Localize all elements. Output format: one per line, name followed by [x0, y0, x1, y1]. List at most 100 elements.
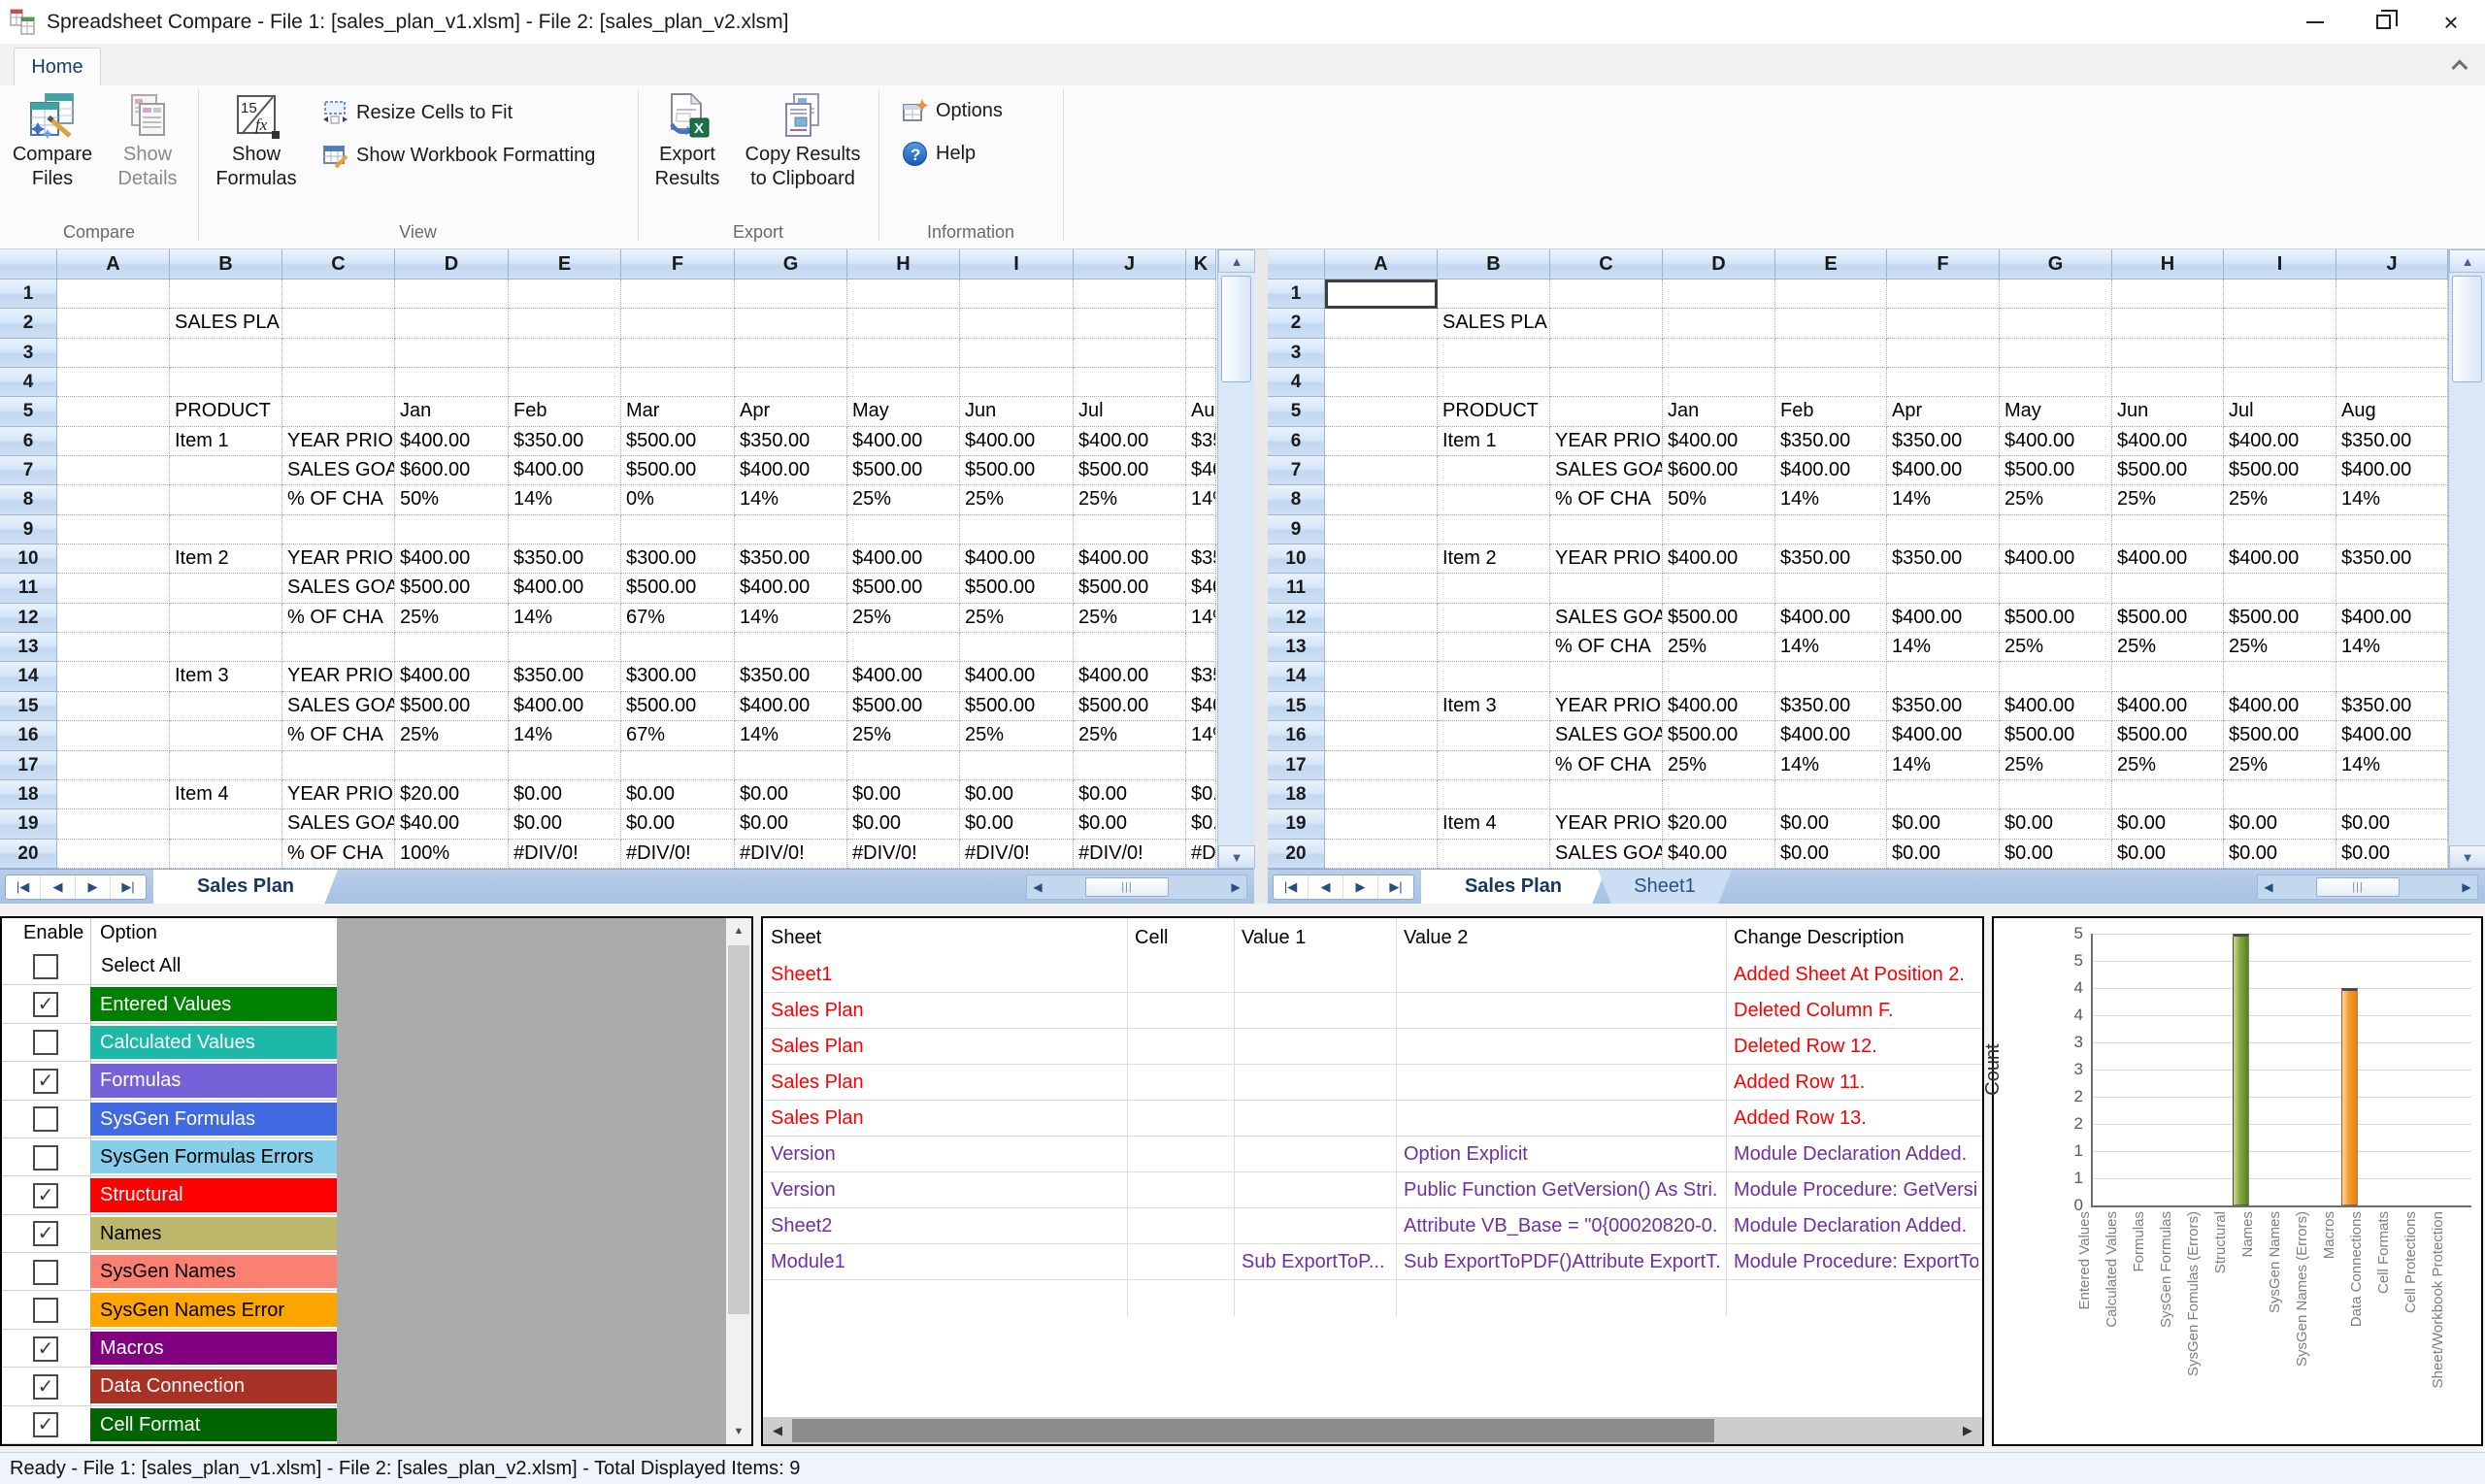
cell-C15[interactable]: YEAR PRIO [1550, 692, 1663, 721]
cell-I7[interactable]: $500.00 [960, 456, 1074, 485]
cell-D2[interactable] [1663, 309, 1775, 338]
cell-C13[interactable]: % OF CHA [1550, 633, 1663, 662]
cell-G7[interactable]: $500.00 [2000, 456, 2112, 485]
cell-I3[interactable] [2224, 339, 2336, 368]
select-all-corner[interactable] [0, 249, 57, 280]
cell-A9[interactable] [1325, 515, 1438, 544]
cell-I10[interactable]: $400.00 [960, 544, 1074, 574]
cell-J12[interactable]: 25% [1074, 604, 1186, 633]
cell-E12[interactable]: $400.00 [1775, 604, 1887, 633]
cell-H6[interactable]: $400.00 [847, 427, 960, 456]
cell-G2[interactable] [2000, 309, 2112, 338]
cell-E15[interactable]: $400.00 [509, 692, 621, 721]
cell-E12[interactable]: 14% [509, 604, 621, 633]
cell-C8[interactable]: % OF CHA [1550, 485, 1663, 514]
cell-A8[interactable] [57, 485, 170, 514]
cell-C4[interactable] [282, 368, 395, 397]
cell-J7[interactable]: $500.00 [1074, 456, 1186, 485]
cell-E17[interactable]: 14% [1775, 751, 1887, 780]
cell-K15[interactable]: $400.00 [1186, 692, 1216, 721]
cell-B20[interactable] [170, 840, 282, 869]
cell-A5[interactable] [1325, 397, 1438, 426]
cell-I10[interactable]: $400.00 [2224, 544, 2336, 574]
cell-J11[interactable]: $500.00 [1074, 574, 1186, 603]
cell-G14[interactable]: $350.00 [735, 662, 847, 691]
cell-K19[interactable]: $0.00 [1186, 809, 1216, 839]
cell-E16[interactable]: 14% [509, 721, 621, 750]
cell-F6[interactable]: $350.00 [1887, 427, 2000, 456]
row-header-2[interactable]: 2 [0, 309, 57, 338]
cell-K5[interactable]: Aug [1186, 397, 1216, 426]
scrollbar-thumb[interactable] [2452, 276, 2482, 382]
cell-A1[interactable] [1325, 280, 1438, 309]
cell-F9[interactable] [1887, 515, 2000, 544]
cell-A13[interactable] [1325, 633, 1438, 662]
result-row[interactable]: Sales PlanDeleted Row 12. [763, 1029, 1982, 1065]
cell-D13[interactable] [395, 633, 509, 662]
cell-A5[interactable] [57, 397, 170, 426]
cell-G1[interactable] [735, 280, 847, 309]
cell-J17[interactable]: 14% [2336, 751, 2448, 780]
cell-D10[interactable]: $400.00 [1663, 544, 1775, 574]
cell-C2[interactable] [282, 309, 395, 338]
cell-H1[interactable] [847, 280, 960, 309]
cell-C14[interactable]: YEAR PRIO [282, 662, 395, 691]
cell-F12[interactable]: $400.00 [1887, 604, 2000, 633]
cell-G8[interactable]: 14% [735, 485, 847, 514]
cell-C19[interactable]: SALES GOA [282, 809, 395, 839]
result-row[interactable]: Sales PlanAdded Row 11. [763, 1065, 1982, 1101]
cell-D20[interactable]: $40.00 [1663, 840, 1775, 869]
cell-C7[interactable]: SALES GOA [282, 456, 395, 485]
cell-J5[interactable]: Aug [2336, 397, 2448, 426]
cell-E11[interactable]: $400.00 [509, 574, 621, 603]
cell-K18[interactable]: $0.00 [1186, 780, 1216, 809]
cell-G11[interactable]: $400.00 [735, 574, 847, 603]
column-header-H[interactable]: H [2112, 249, 2224, 280]
cell-K20[interactable]: #DIV/0! [1186, 840, 1216, 869]
row-header-10[interactable]: 10 [0, 544, 57, 574]
cell-A17[interactable] [57, 751, 170, 780]
column-header-F[interactable]: F [1887, 249, 2000, 280]
cell-E10[interactable]: $350.00 [1775, 544, 1887, 574]
cell-F11[interactable]: $500.00 [621, 574, 735, 603]
cell-I4[interactable] [2224, 368, 2336, 397]
cell-D7[interactable]: $600.00 [395, 456, 509, 485]
cell-C11[interactable] [1550, 574, 1663, 603]
result-row[interactable]: Sheet2Attribute VB_Base = "0{00020820-0.… [763, 1208, 1982, 1244]
cell-G4[interactable] [2000, 368, 2112, 397]
cell-A10[interactable] [57, 544, 170, 574]
cell-K4[interactable] [1186, 368, 1216, 397]
cell-C20[interactable]: SALES GOA [1550, 840, 1663, 869]
cell-C11[interactable]: SALES GOA [282, 574, 395, 603]
cell-D6[interactable]: $400.00 [1663, 427, 1775, 456]
cell-J16[interactable]: $400.00 [2336, 721, 2448, 750]
cell-B5[interactable]: PRODUCT [170, 397, 282, 426]
cell-H17[interactable] [847, 751, 960, 780]
cell-H7[interactable]: $500.00 [2112, 456, 2224, 485]
cell-H9[interactable] [847, 515, 960, 544]
column-header-E[interactable]: E [509, 249, 621, 280]
row-header-1[interactable]: 1 [1268, 280, 1325, 309]
result-row[interactable]: Sales PlanDeleted Column F. [763, 993, 1982, 1029]
scroll-left-icon[interactable]: ◀ [2258, 875, 2279, 899]
row-header-14[interactable]: 14 [1268, 662, 1325, 691]
cell-F15[interactable]: $350.00 [1887, 692, 2000, 721]
cell-D13[interactable]: 25% [1663, 633, 1775, 662]
cell-F4[interactable] [621, 368, 735, 397]
checkbox-formulas[interactable]: ✓ [33, 1069, 58, 1094]
cell-C16[interactable]: % OF CHA [282, 721, 395, 750]
cell-A11[interactable] [1325, 574, 1438, 603]
cell-A8[interactable] [1325, 485, 1438, 514]
cell-I13[interactable] [960, 633, 1074, 662]
cell-A6[interactable] [1325, 427, 1438, 456]
column-header-A[interactable]: A [1325, 249, 1438, 280]
cell-E9[interactable] [1775, 515, 1887, 544]
cell-F1[interactable] [621, 280, 735, 309]
cell-G10[interactable]: $350.00 [735, 544, 847, 574]
cell-J14[interactable] [2336, 662, 2448, 691]
cell-B12[interactable] [1438, 604, 1550, 633]
export-results-button[interactable]: X Export Results [645, 90, 730, 222]
cell-B1[interactable] [170, 280, 282, 309]
cell-H8[interactable]: 25% [847, 485, 960, 514]
cell-H5[interactable]: Jun [2112, 397, 2224, 426]
